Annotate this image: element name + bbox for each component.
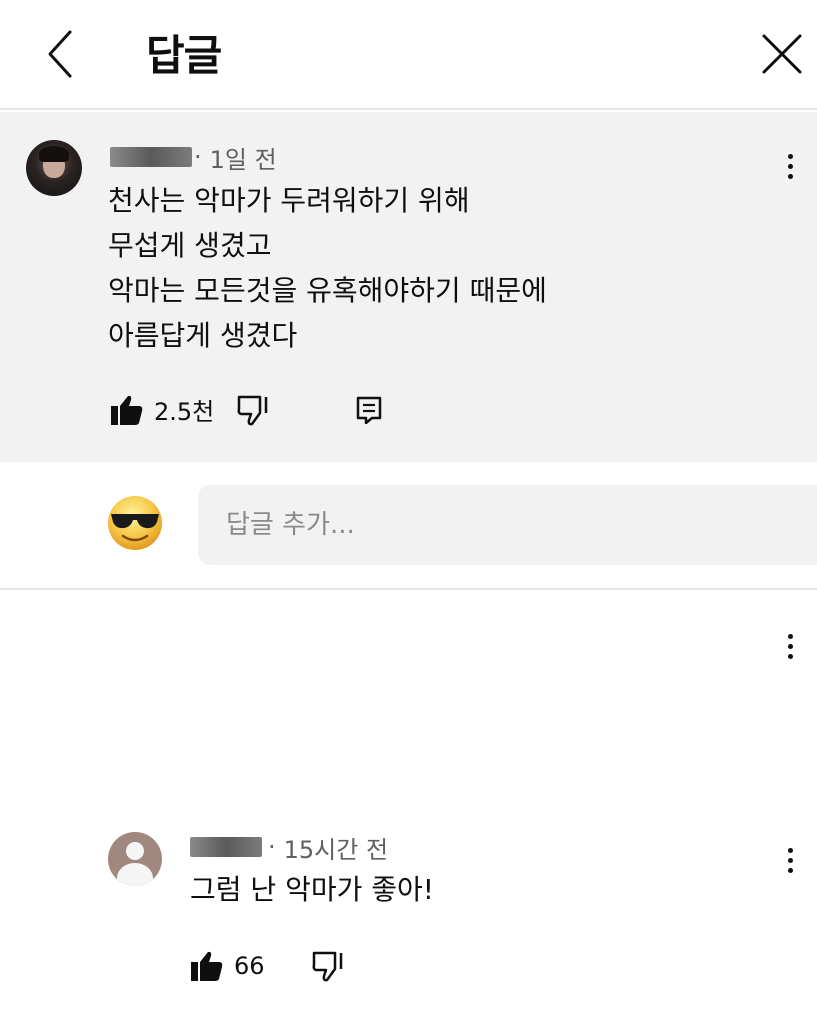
thumb-up-icon (111, 395, 143, 425)
avatar-body (117, 863, 153, 886)
comment-meta: · 1일 전 (110, 142, 277, 174)
dislike-button[interactable] (236, 394, 270, 426)
more-options-button[interactable] (778, 626, 802, 666)
comment-time-text: 1일 전 (209, 145, 277, 174)
avatar[interactable] (26, 140, 82, 196)
highlighted-comment: · 1일 전 천사는 악마가 두려워하기 위해 무섭게 생겼고 악마는 모든것을… (0, 112, 817, 462)
reply-text: 그럼 난 악마가 좋아! (190, 873, 435, 906)
chevron-left-icon (48, 30, 72, 78)
add-reply-row (0, 462, 817, 590)
back-button[interactable] (40, 26, 90, 82)
dislike-button[interactable] (311, 950, 345, 982)
more-vert-icon (787, 847, 793, 873)
like-button[interactable]: 66 (190, 950, 265, 982)
more-vert-icon (787, 153, 793, 179)
like-count: 2.5천 (154, 398, 215, 426)
reply-time: 15시간 전 (283, 835, 389, 864)
avatar-hair (39, 146, 69, 162)
avatar[interactable] (108, 832, 162, 886)
reply-meta: · 15시간 전 (190, 832, 389, 864)
close-button[interactable] (756, 28, 808, 80)
meta-separator: · (268, 833, 276, 861)
thumb-down-icon (237, 395, 268, 425)
avatar-head (126, 842, 144, 860)
reply-list: · 15시간 전 그럼 난 악마가 좋아! 66 (0, 592, 817, 1024)
thumb-down-icon (312, 951, 342, 982)
page-title: 답글 (146, 31, 222, 80)
reply-actions: 66 (190, 950, 345, 982)
reply-more-options-button[interactable] (778, 840, 802, 880)
comment-text: 천사는 악마가 두려워하기 위해 무섭게 생겼고 악마는 모든것을 유혹해야하기… (108, 184, 547, 352)
like-count: 66 (234, 952, 265, 980)
reply-input[interactable] (198, 485, 817, 565)
thumb-up-icon (191, 951, 223, 981)
redacted-username (190, 837, 262, 857)
header: 답글 (0, 0, 817, 110)
reply-icon (357, 396, 382, 424)
more-options-button[interactable] (778, 146, 802, 186)
comment-time: · (194, 143, 202, 171)
more-vert-icon (787, 633, 793, 659)
reply-button[interactable] (356, 396, 382, 424)
close-icon (762, 34, 802, 74)
redacted-username (110, 147, 192, 167)
like-button[interactable]: 2.5천 (110, 392, 214, 427)
sunglasses-emoji-icon (108, 496, 162, 550)
comment-actions: 2.5천 (110, 392, 382, 427)
